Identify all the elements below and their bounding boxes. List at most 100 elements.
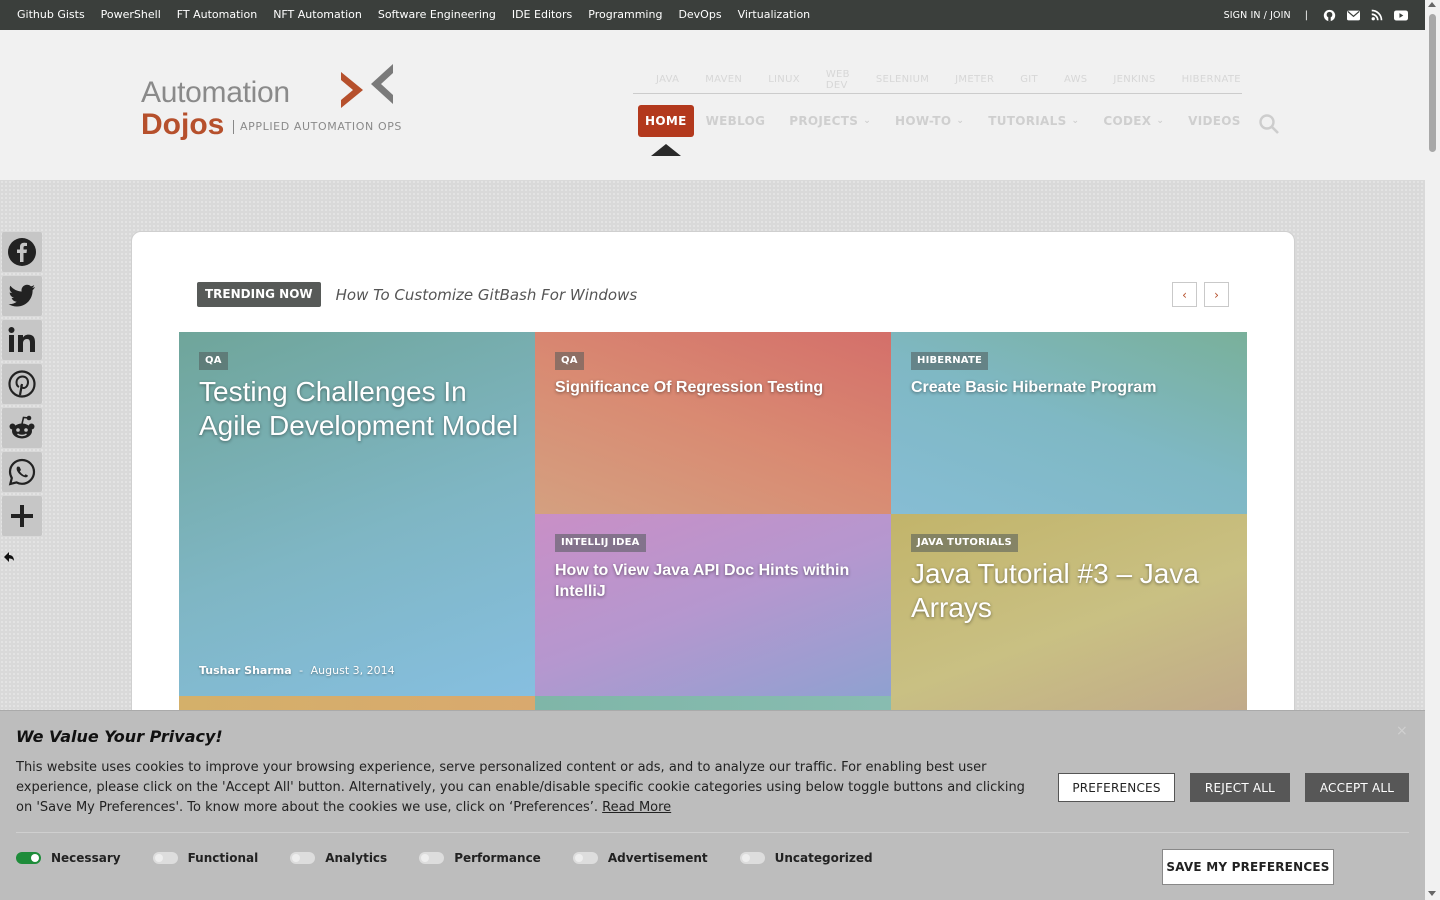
nav-projects-label: PROJECTS bbox=[789, 114, 859, 128]
nav-how-to-label: HOW-TO bbox=[895, 114, 952, 128]
github-icon[interactable] bbox=[1322, 8, 1336, 22]
top-link-software-engineering[interactable]: Software Engineering bbox=[370, 0, 504, 30]
category-badge[interactable]: QA bbox=[199, 352, 228, 370]
subnav-selenium[interactable]: SELENIUM bbox=[863, 74, 942, 85]
sign-in-link[interactable]: SIGN IN / JOIN bbox=[1224, 10, 1291, 21]
trending-title-link[interactable]: How To Customize GitBash For Windows bbox=[336, 286, 638, 304]
linkedin-share-button[interactable] bbox=[2, 320, 42, 360]
subnav-hibernate[interactable]: HIBERNATE bbox=[1169, 74, 1254, 85]
hide-share-arrow-icon[interactable] bbox=[3, 551, 15, 563]
toggle-switch[interactable] bbox=[572, 852, 598, 864]
site-logo[interactable]: Automation Dojos APPLIED AUTOMATION OPS bbox=[141, 64, 411, 154]
preferences-button[interactable]: PREFERENCES bbox=[1058, 773, 1175, 802]
scroll-up-arrow-icon[interactable] bbox=[1428, 2, 1436, 7]
post-title[interactable]: How to View Java API Doc Hints within In… bbox=[555, 560, 875, 602]
toggle-switch[interactable] bbox=[290, 852, 316, 864]
subnav-linux[interactable]: LINUX bbox=[755, 74, 813, 85]
subnav-web-dev[interactable]: WEB DEV bbox=[813, 69, 863, 91]
post-title[interactable]: Java Tutorial #3 – Java Arrays bbox=[911, 557, 1231, 625]
featured-post-tile[interactable]: QA Testing Challenges In Agile Developme… bbox=[179, 332, 535, 696]
post-tile[interactable]: HIBERNATE Create Basic Hibernate Program bbox=[891, 332, 1247, 514]
post-title[interactable]: Create Basic Hibernate Program bbox=[911, 378, 1231, 398]
read-more-link[interactable]: Read More bbox=[602, 800, 671, 815]
toggle-switch[interactable] bbox=[16, 852, 41, 864]
toggle-analytics[interactable]: Analytics bbox=[290, 851, 387, 865]
post-title[interactable]: Significance Of Regression Testing bbox=[555, 378, 875, 398]
nav-codex[interactable]: CODEX ⌄ bbox=[1091, 105, 1176, 137]
top-link-virtualization[interactable]: Virtualization bbox=[730, 0, 819, 30]
toggle-switch[interactable] bbox=[152, 852, 178, 864]
post-meta: Tushar Sharma - August 3, 2014 bbox=[199, 664, 395, 677]
post-title[interactable]: Testing Challenges In Agile Development … bbox=[199, 375, 519, 443]
chevron-down-icon: ⌄ bbox=[956, 116, 965, 126]
accept-all-button[interactable]: ACCEPT ALL bbox=[1305, 773, 1409, 802]
nav-home[interactable]: HOME bbox=[638, 105, 694, 137]
toggle-switch[interactable] bbox=[739, 852, 765, 864]
toggle-advertisement[interactable]: Advertisement bbox=[572, 851, 708, 865]
subnav-maven[interactable]: MAVEN bbox=[692, 74, 755, 85]
top-link-nft-automation[interactable]: NFT Automation bbox=[265, 0, 370, 30]
pinterest-share-button[interactable] bbox=[2, 364, 42, 404]
post-tile[interactable]: JAVA TUTORIALS Java Tutorial #3 – Java A… bbox=[891, 514, 1247, 714]
search-icon[interactable] bbox=[1258, 113, 1280, 135]
toggle-label: Uncategorized bbox=[774, 851, 873, 865]
logo-mark-icon bbox=[341, 64, 393, 108]
top-link-github-gists[interactable]: Github Gists bbox=[9, 0, 93, 30]
nav-tutorials-label: TUTORIALS bbox=[988, 114, 1067, 128]
top-link-ft-automation[interactable]: FT Automation bbox=[169, 0, 265, 30]
top-link-programming[interactable]: Programming bbox=[580, 0, 670, 30]
toggle-necessary[interactable]: Necessary bbox=[16, 851, 121, 865]
top-link-devops[interactable]: DevOps bbox=[670, 0, 729, 30]
toggle-performance[interactable]: Performance bbox=[419, 851, 541, 865]
toggle-functional[interactable]: Functional bbox=[152, 851, 258, 865]
category-badge[interactable]: QA bbox=[555, 352, 584, 370]
cookie-title: We Value Your Privacy! bbox=[16, 727, 223, 746]
toggle-label: Necessary bbox=[51, 851, 121, 865]
youtube-icon[interactable] bbox=[1394, 8, 1408, 22]
category-badge[interactable]: HIBERNATE bbox=[911, 352, 989, 370]
cookie-text: This website uses cookies to improve you… bbox=[16, 760, 1025, 815]
nav-videos[interactable]: VIDEOS bbox=[1176, 105, 1253, 137]
plus-icon bbox=[11, 505, 33, 527]
post-tile[interactable]: INTELLIJ IDEA How to View Java API Doc H… bbox=[535, 514, 891, 696]
nav-how-to[interactable]: HOW-TO ⌄ bbox=[883, 105, 976, 137]
subnav-jmeter[interactable]: JMETER bbox=[942, 74, 1007, 85]
page-scrollbar[interactable] bbox=[1425, 0, 1440, 900]
category-badge[interactable]: JAVA TUTORIALS bbox=[911, 534, 1018, 552]
twitter-share-button[interactable] bbox=[2, 276, 42, 316]
more-share-button[interactable] bbox=[2, 496, 42, 536]
reddit-share-button[interactable] bbox=[2, 408, 42, 448]
toggle-label: Advertisement bbox=[607, 851, 708, 865]
whatsapp-share-button[interactable] bbox=[2, 452, 42, 492]
subnav-aws[interactable]: AWS bbox=[1051, 74, 1100, 85]
toggle-uncategorized[interactable]: Uncategorized bbox=[739, 851, 873, 865]
subnav-git[interactable]: GIT bbox=[1007, 74, 1051, 85]
top-bar: Github Gists PowerShell FT Automation NF… bbox=[0, 0, 1425, 30]
nav-projects[interactable]: PROJECTS ⌄ bbox=[777, 105, 883, 137]
reddit-icon bbox=[9, 415, 35, 439]
chevron-left-icon: ‹ bbox=[1182, 287, 1187, 302]
reject-all-button[interactable]: REJECT ALL bbox=[1190, 773, 1290, 802]
post-author[interactable]: Tushar Sharma bbox=[199, 664, 292, 677]
toggle-label: Performance bbox=[454, 851, 541, 865]
toggle-switch[interactable] bbox=[419, 852, 445, 864]
subnav-java[interactable]: JAVA bbox=[643, 74, 692, 85]
pinterest-icon bbox=[8, 370, 36, 398]
save-preferences-button[interactable]: SAVE MY PREFERENCES bbox=[1162, 849, 1334, 885]
nav-weblog[interactable]: WEBLOG bbox=[694, 105, 778, 137]
top-link-powershell[interactable]: PowerShell bbox=[93, 0, 169, 30]
rss-icon[interactable] bbox=[1370, 8, 1384, 22]
meta-separator: - bbox=[299, 664, 304, 677]
top-link-ide-editors[interactable]: IDE Editors bbox=[504, 0, 580, 30]
nav-tutorials[interactable]: TUTORIALS ⌄ bbox=[976, 105, 1091, 137]
facebook-share-button[interactable] bbox=[2, 232, 42, 272]
subnav-jenkins[interactable]: JENKINS bbox=[1100, 74, 1168, 85]
post-tile[interactable]: QA Significance Of Regression Testing bbox=[535, 332, 891, 514]
scrollbar-thumb[interactable] bbox=[1429, 14, 1436, 152]
category-badge[interactable]: INTELLIJ IDEA bbox=[555, 534, 646, 552]
trending-prev-button[interactable]: ‹ bbox=[1172, 282, 1197, 307]
trending-next-button[interactable]: › bbox=[1204, 282, 1229, 307]
mail-icon[interactable] bbox=[1346, 8, 1360, 22]
close-icon[interactable]: × bbox=[1396, 723, 1408, 739]
scroll-down-arrow-icon[interactable] bbox=[1428, 891, 1436, 896]
